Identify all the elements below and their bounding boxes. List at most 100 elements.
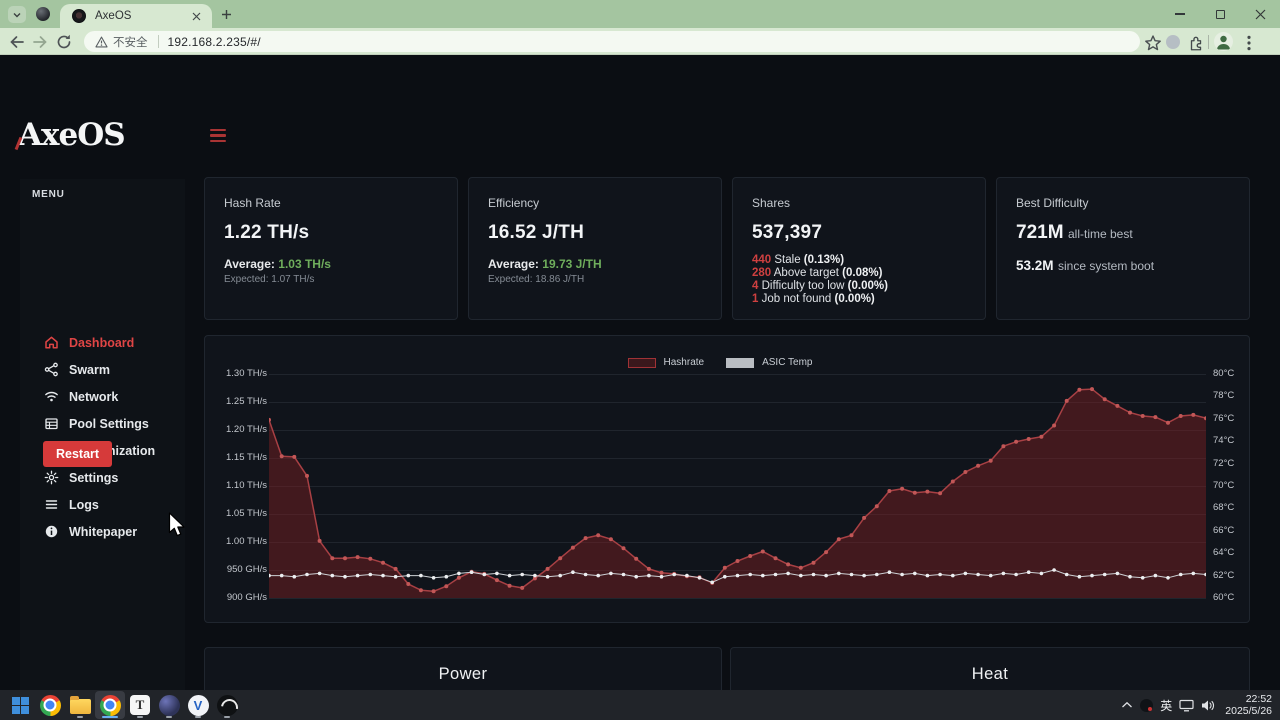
close-button[interactable]	[1240, 0, 1280, 28]
list-lines-icon	[44, 497, 59, 512]
taskbar-chrome[interactable]	[35, 691, 65, 719]
minimize-button[interactable]	[1160, 0, 1200, 28]
folder-icon	[70, 699, 91, 714]
forward-button[interactable]	[31, 33, 49, 51]
sidebar-item-label: Logs	[69, 498, 99, 512]
sidebar-item-label: Dashboard	[69, 336, 134, 350]
tray-expand-button[interactable]	[1121, 701, 1133, 709]
taskbar-obs[interactable]	[212, 691, 242, 719]
tab-favicon	[72, 9, 86, 23]
taskbar-typora[interactable]: T	[125, 691, 155, 719]
sidebar-item-network[interactable]: Network	[20, 383, 185, 410]
sidebar-item-label: Network	[69, 390, 118, 404]
axis-tick-label: 68°C	[1213, 503, 1234, 513]
card-title: Shares	[752, 196, 966, 210]
maximize-button[interactable]	[1200, 0, 1240, 28]
volume-tray-icon[interactable]	[1201, 699, 1215, 712]
axeos-logo: AxeOS	[18, 117, 125, 153]
info-circle-icon	[44, 524, 59, 539]
browser-tab-axeos[interactable]: AxeOS	[60, 4, 212, 28]
tab-search-button[interactable]	[8, 6, 26, 23]
sidebar-item-dashboard[interactable]: Dashboard	[20, 329, 185, 356]
browser-toolbar: 不安全 192.168.2.235/#/	[0, 28, 1280, 55]
chip-separator	[158, 35, 159, 48]
profile-avatar[interactable]	[1214, 32, 1233, 51]
extensions-puzzle-button[interactable]	[1187, 34, 1205, 52]
axeos-dashboard-page: AxeOS MENU Dashboard Swarm Network Pool …	[0, 55, 1280, 690]
hash-rate-value: 1.22 TH/s	[224, 222, 438, 244]
power-card-title: Power	[205, 665, 721, 684]
running-indicator	[224, 716, 230, 719]
ime-indicator[interactable]: 英	[1160, 697, 1172, 714]
taskbar-app-circle[interactable]	[154, 691, 184, 719]
pinned-tab-favicon[interactable]	[36, 7, 50, 21]
system-tray: 英 22:52 2025/5/26	[1121, 690, 1280, 720]
obs-icon	[217, 695, 238, 716]
asic-temp-legend-swatch	[726, 358, 754, 368]
sidebar-item-label: Settings	[69, 471, 118, 485]
sidebar-item-swarm[interactable]: Swarm	[20, 356, 185, 383]
tab-title: AxeOS	[95, 10, 188, 22]
hash-rate-card: Hash Rate 1.22 TH/s Average: 1.03 TH/s E…	[204, 177, 458, 320]
all-time-best-row: 721M all-time best	[1016, 222, 1230, 244]
person-icon	[1214, 32, 1233, 51]
hash-rate-average: Average: 1.03 TH/s	[224, 257, 438, 271]
maximize-icon	[1216, 10, 1225, 19]
chevron-down-icon	[12, 10, 22, 20]
wifi-icon	[44, 389, 59, 404]
running-indicator	[77, 716, 83, 719]
obs-mini-icon	[1140, 699, 1153, 712]
reload-button[interactable]	[55, 33, 73, 51]
gear-icon	[44, 470, 59, 485]
home-icon	[44, 335, 59, 350]
shares-breakdown-row: 280 Above target (0.08%)	[752, 267, 966, 280]
windows-taskbar: T V 英 22:52 2025/5/26	[0, 690, 1280, 720]
table-list-icon	[44, 416, 59, 431]
efficiency-card: Efficiency 16.52 J/TH Average: 19.73 J/T…	[468, 177, 722, 320]
sidebar-item-settings[interactable]: Settings	[20, 464, 185, 491]
hashrate-legend-label: Hashrate	[664, 357, 705, 368]
start-button[interactable]	[5, 691, 35, 719]
axis-tick-label: 1.30 TH/s	[223, 369, 267, 379]
tab-close-button[interactable]	[188, 8, 204, 24]
menu-section-label: MENU	[32, 189, 65, 200]
bookmark-star-button[interactable]	[1144, 34, 1162, 52]
sidebar-item-logs[interactable]: Logs	[20, 491, 185, 518]
sidebar-item-whitepaper[interactable]: Whitepaper	[20, 518, 185, 545]
toolbar-divider	[1208, 35, 1209, 49]
back-button[interactable]	[8, 33, 26, 51]
new-tab-button[interactable]	[218, 6, 235, 23]
axis-tick-label: 80°C	[1213, 369, 1234, 379]
axis-tick-label: 1.20 TH/s	[223, 425, 267, 435]
axis-tick-label: 70°C	[1213, 481, 1234, 491]
hamburger-menu-icon[interactable]	[210, 129, 226, 142]
hash-rate-expected: Expected: 1.07 TH/s	[224, 274, 438, 285]
asic-temp-legend-label: ASIC Temp	[762, 357, 812, 368]
extension-icon[interactable]	[1166, 35, 1180, 49]
address-bar[interactable]: 不安全 192.168.2.235/#/	[84, 31, 1140, 52]
restart-button[interactable]: Restart	[43, 441, 112, 467]
browser-menu-button[interactable]	[1240, 34, 1258, 52]
circle-app-icon	[159, 695, 180, 716]
sidebar-item-pool-settings[interactable]: Pool Settings	[20, 410, 185, 437]
active-running-indicator	[102, 716, 118, 719]
close-icon	[1255, 9, 1266, 20]
warning-icon	[95, 36, 108, 48]
site-security-chip[interactable]: 不安全	[95, 34, 148, 50]
taskbar-clock[interactable]: 22:52 2025/5/26	[1225, 693, 1272, 717]
taskbar-v-app[interactable]: V	[183, 691, 213, 719]
axis-tick-label: 1.10 TH/s	[223, 481, 267, 491]
axis-tick-label: 1.15 TH/s	[223, 453, 267, 463]
taskbar-file-explorer[interactable]	[65, 691, 95, 719]
speaker-icon	[1201, 699, 1215, 712]
sidebar-item-label: Swarm	[69, 363, 110, 377]
network-tray-icon[interactable]	[1179, 699, 1194, 712]
time-text: 22:52	[1225, 693, 1272, 705]
axis-tick-label: 72°C	[1213, 459, 1234, 469]
close-icon	[192, 12, 201, 21]
taskbar-chrome-active[interactable]	[95, 691, 125, 719]
running-indicator	[137, 716, 143, 719]
card-title: Efficiency	[488, 196, 702, 210]
chrome-icon	[100, 695, 121, 716]
tray-obs-icon[interactable]	[1140, 699, 1153, 712]
